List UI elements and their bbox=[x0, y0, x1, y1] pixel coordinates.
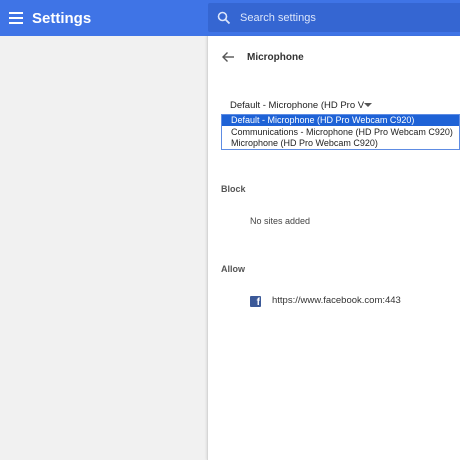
block-section-label: Block bbox=[221, 184, 246, 194]
dropdown-arrow-icon[interactable] bbox=[364, 103, 372, 107]
left-pane bbox=[0, 36, 207, 460]
search-box[interactable] bbox=[208, 3, 460, 32]
search-icon bbox=[217, 11, 231, 25]
dropdown-option-microphone[interactable]: Microphone (HD Pro Webcam C920) bbox=[222, 138, 459, 149]
block-empty-text: No sites added bbox=[250, 216, 311, 226]
allow-section-label: Allow bbox=[221, 264, 245, 274]
hamburger-menu-icon[interactable] bbox=[9, 12, 23, 24]
dropdown-option-default[interactable]: Default - Microphone (HD Pro Webcam C920… bbox=[222, 115, 459, 126]
search-input[interactable] bbox=[240, 9, 450, 27]
microphone-dropdown-list: Default - Microphone (HD Pro Webcam C920… bbox=[221, 114, 460, 150]
app-title: Settings bbox=[32, 10, 92, 27]
page-title: Microphone bbox=[247, 52, 304, 63]
microphone-select[interactable]: Default - Microphone (HD Pro V bbox=[230, 100, 364, 112]
facebook-icon: f bbox=[250, 296, 261, 307]
back-arrow-icon[interactable] bbox=[221, 51, 235, 63]
allowed-site-row[interactable]: f https://www.facebook.com:443 bbox=[240, 290, 460, 312]
site-url: https://www.facebook.com:443 bbox=[272, 295, 401, 306]
app-header: Settings bbox=[0, 0, 460, 36]
dropdown-option-communications[interactable]: Communications - Microphone (HD Pro Webc… bbox=[222, 127, 459, 138]
